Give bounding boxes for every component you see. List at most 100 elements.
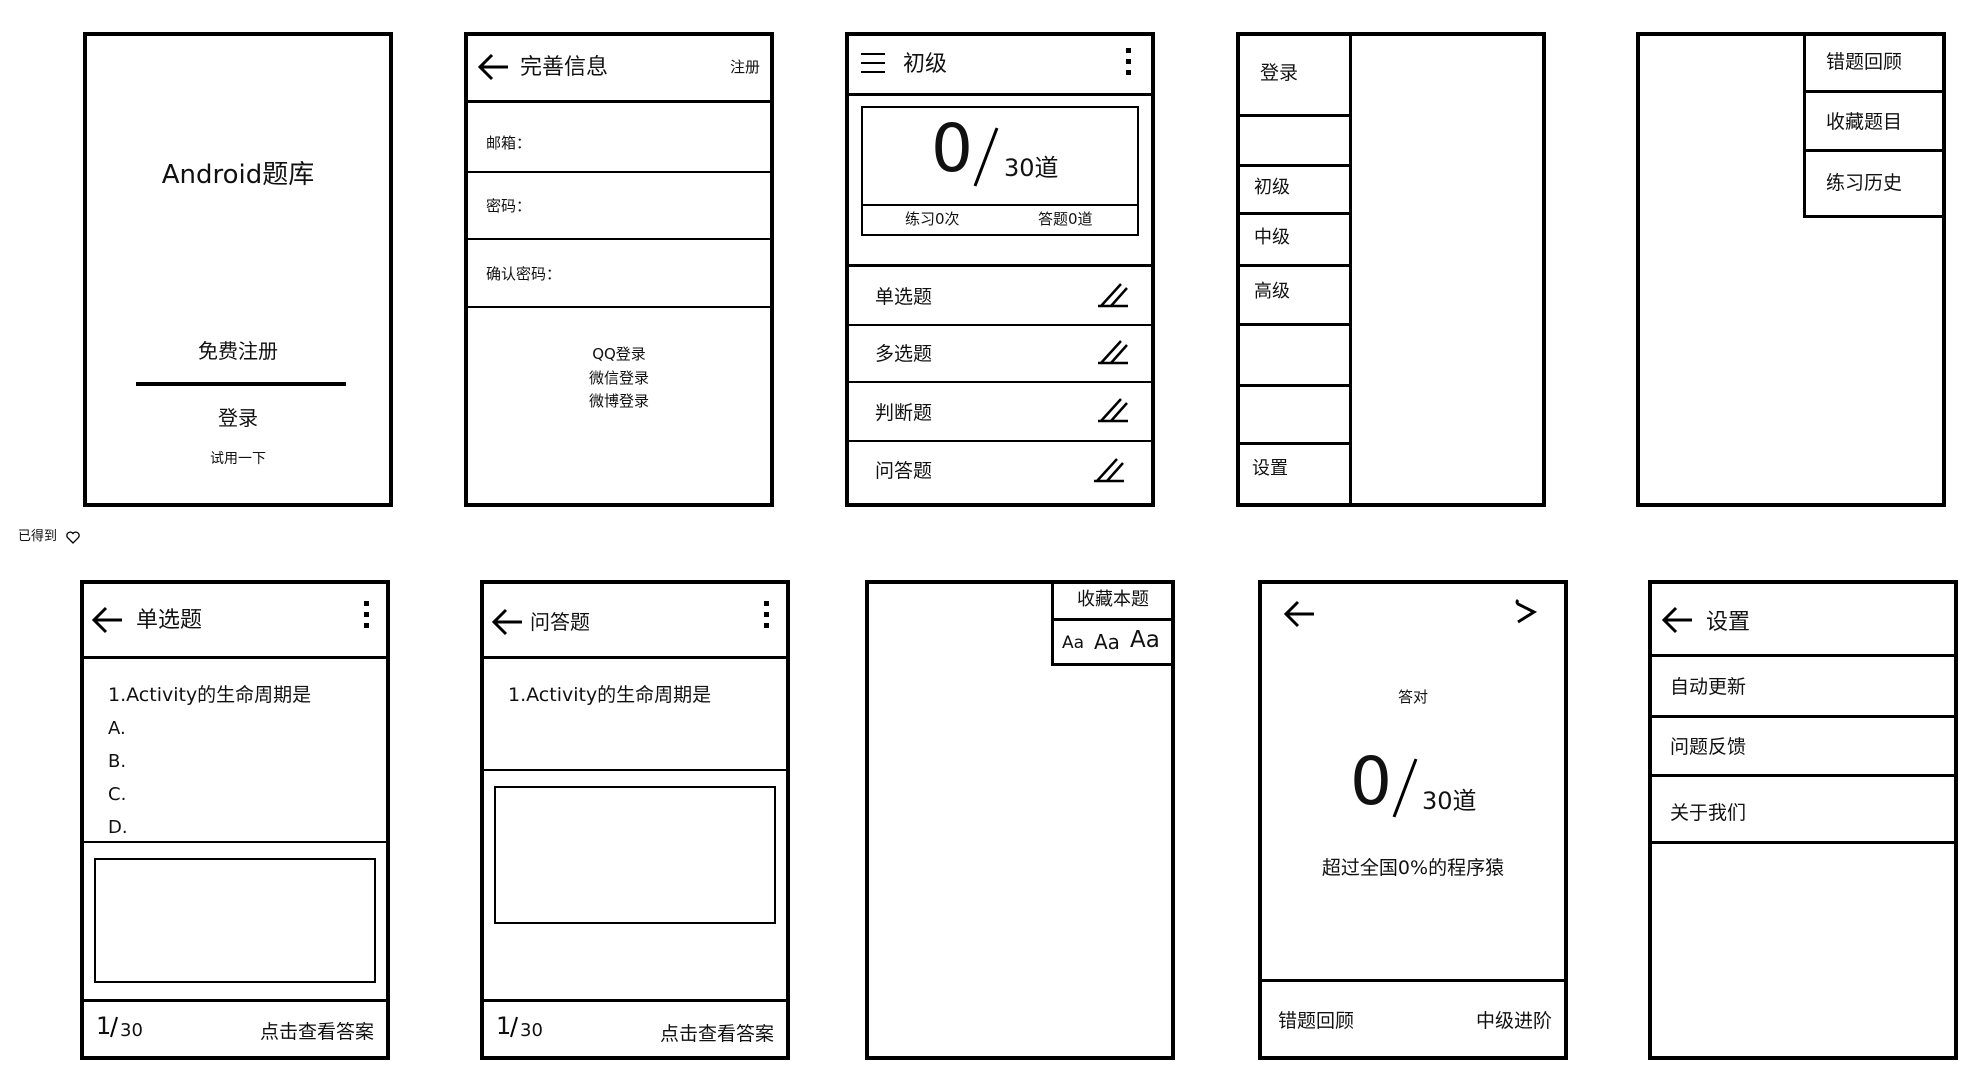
more-options-icon[interactable]	[764, 601, 770, 634]
settings-about[interactable]: 关于我们	[1670, 804, 1746, 823]
font-size-large[interactable]: Aa	[1130, 629, 1160, 652]
correct-total: 30道	[1422, 787, 1477, 815]
divider	[1240, 114, 1350, 117]
divider	[468, 238, 770, 240]
divider	[468, 171, 770, 173]
screen-result: 答对 0 30道 超过全国0%的程序猿 错题回顾 中级进阶	[1258, 580, 1568, 1060]
drawer-level-beginner[interactable]: 初级	[1254, 179, 1290, 197]
header-divider	[468, 100, 770, 103]
correct-label: 答对	[1397, 688, 1428, 706]
card-divider	[863, 204, 1137, 206]
font-size-medium[interactable]: Aa	[1094, 632, 1120, 652]
correct-count: 0	[1350, 743, 1392, 820]
menu-item-multi-choice[interactable]: 多选题	[875, 345, 932, 364]
edit-icon[interactable]	[1097, 282, 1129, 308]
register-underline	[136, 382, 346, 386]
practice-count: 练习0次	[905, 210, 960, 228]
divider	[1240, 442, 1350, 445]
email-field[interactable]: 邮箱：	[486, 136, 531, 151]
fraction-slash	[1392, 758, 1418, 818]
menu-item-wrong-review[interactable]: 错题回顾	[1826, 53, 1902, 72]
weibo-login-button[interactable]: 微博登录	[468, 394, 770, 409]
progress-total: 30道	[1004, 154, 1059, 182]
fraction-slash	[110, 1016, 118, 1038]
divider	[849, 324, 1151, 326]
edit-icon[interactable]	[1093, 457, 1125, 483]
menu-item-history[interactable]: 练习历史	[1826, 174, 1902, 193]
show-answer-button[interactable]: 点击查看答案	[260, 1023, 374, 1042]
page-title: 单选题	[136, 608, 203, 633]
edit-icon[interactable]	[1097, 339, 1129, 365]
confirm-password-field[interactable]: 确认密码：	[486, 267, 561, 282]
header-divider	[1652, 654, 1954, 657]
divider	[484, 769, 786, 771]
question-text: 1.Activity的生命周期是	[508, 684, 712, 706]
back-arrow-icon[interactable]	[91, 606, 124, 634]
answer-input[interactable]	[494, 786, 776, 924]
progress-count: 0	[931, 110, 973, 187]
drawer-edge	[1349, 36, 1352, 503]
screen-settings: 设置 自动更新 问题反馈 关于我们	[1648, 580, 1958, 1060]
option-d[interactable]: D.	[108, 819, 128, 837]
progress-card: 0 30道 练习0次 答题0道	[861, 106, 1139, 236]
divider	[1806, 90, 1942, 93]
password-field[interactable]: 密码：	[486, 199, 531, 214]
screen-level-home: 初级 0 30道 练习0次 答题0道 单选题 多选题 判断题 问答题	[845, 32, 1155, 507]
answer-box	[94, 858, 376, 983]
screen-drawer: 登录 初级 中级 高级 设置	[1236, 32, 1546, 507]
menu-icon[interactable]	[861, 53, 885, 80]
more-options-icon[interactable]	[1126, 48, 1132, 81]
font-size-small[interactable]: Aa	[1062, 635, 1084, 652]
menu-item-single-choice[interactable]: 单选题	[875, 288, 932, 307]
back-arrow-icon[interactable]	[491, 608, 524, 636]
wechat-login-button[interactable]: 微信登录	[468, 371, 770, 386]
divider	[1652, 774, 1954, 777]
settings-auto-update[interactable]: 自动更新	[1670, 678, 1746, 697]
option-c[interactable]: C.	[108, 786, 126, 804]
divider	[1652, 715, 1954, 718]
back-arrow-icon[interactable]	[1661, 606, 1694, 634]
settings-feedback[interactable]: 问题反馈	[1670, 738, 1746, 757]
divider	[849, 381, 1151, 383]
options-popup: 收藏本题 Aa Aa Aa	[1051, 584, 1171, 666]
header-divider	[849, 93, 1151, 96]
wrong-review-button[interactable]: 错题回顾	[1278, 1012, 1354, 1031]
page-title: 设置	[1706, 610, 1751, 635]
page-total: 30	[120, 1020, 143, 1041]
page-title: 完善信息	[520, 55, 609, 80]
back-arrow-icon[interactable]	[1283, 600, 1316, 628]
menu-item-favorites[interactable]: 收藏题目	[1826, 113, 1902, 132]
divider	[849, 440, 1151, 442]
footer-divider	[84, 999, 386, 1002]
divider	[1240, 264, 1350, 267]
advance-level-button[interactable]: 中级进阶	[1476, 1012, 1552, 1031]
register-action-button[interactable]: 注册	[730, 60, 760, 75]
register-button[interactable]: 免费注册	[87, 341, 389, 361]
option-b[interactable]: B.	[108, 753, 126, 771]
trial-link[interactable]: 试用一下	[87, 452, 389, 466]
screen-single-choice: 单选题 1.Activity的生命周期是 A. B. C. D. 1 30 点击…	[80, 580, 390, 1060]
back-arrow-icon[interactable]	[477, 53, 510, 81]
footer-divider	[1262, 979, 1564, 982]
page-title: 问答题	[530, 610, 590, 634]
drawer-level-advanced[interactable]: 高级	[1254, 283, 1290, 301]
drawer-level-intermediate[interactable]: 中级	[1254, 229, 1290, 247]
option-a[interactable]: A.	[108, 720, 126, 738]
edit-icon[interactable]	[1097, 397, 1129, 423]
popup-menu: 错题回顾 收藏题目 练习历史	[1803, 36, 1942, 218]
app-title: Android题库	[161, 160, 315, 190]
heart-icon	[66, 531, 80, 544]
menu-item-essay[interactable]: 问答题	[875, 462, 932, 481]
question-text: 1.Activity的生命周期是	[108, 684, 312, 706]
menu-item-true-false[interactable]: 判断题	[875, 404, 932, 423]
show-answer-button[interactable]: 点击查看答案	[660, 1025, 774, 1044]
header-divider	[484, 656, 786, 659]
qq-login-button[interactable]: QQ登录	[468, 347, 770, 362]
drawer-login[interactable]: 登录	[1260, 64, 1298, 83]
share-icon[interactable]	[1514, 598, 1538, 628]
screen-splash: Android题库 免费注册 登录 试用一下	[83, 32, 393, 507]
more-options-icon[interactable]	[364, 601, 370, 634]
favorite-button[interactable]: 收藏本题	[1054, 591, 1171, 609]
login-button[interactable]: 登录	[87, 408, 389, 428]
drawer-settings[interactable]: 设置	[1252, 460, 1288, 478]
